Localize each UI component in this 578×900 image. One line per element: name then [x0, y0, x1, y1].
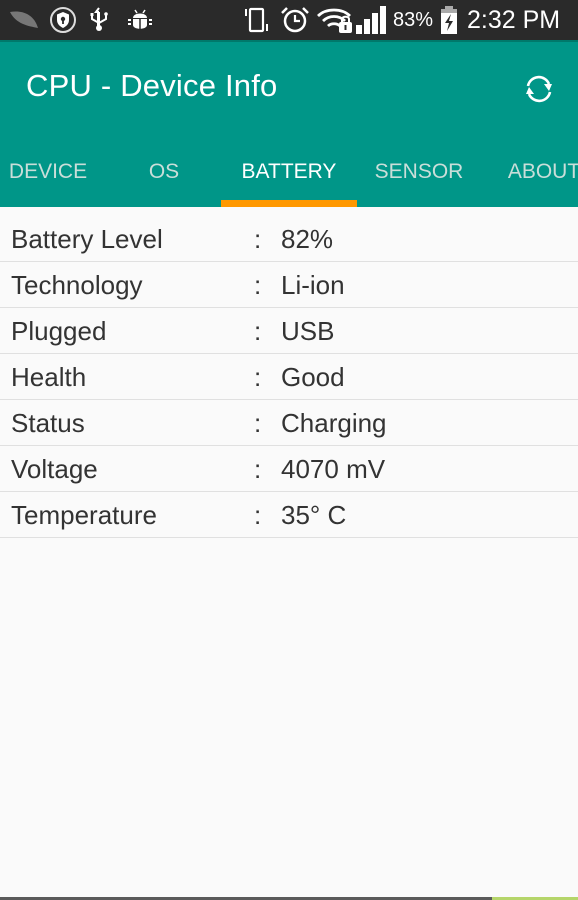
- refresh-button[interactable]: [518, 70, 560, 112]
- tab-sensor[interactable]: SENSOR: [366, 144, 472, 209]
- shield-lock-icon: [49, 6, 77, 34]
- usb-icon: [88, 6, 110, 34]
- row-label: Battery Level: [11, 224, 163, 254]
- row-separator: :: [254, 270, 262, 300]
- tab-about[interactable]: ABOUT: [496, 144, 578, 209]
- vibrate-icon: [242, 6, 272, 34]
- row-value: 4070 mV: [281, 454, 386, 484]
- info-row-battery-level: Battery Level : 82%: [0, 207, 578, 262]
- active-tab-indicator: [221, 200, 357, 207]
- row-value: Li-ion: [281, 270, 345, 300]
- leaf-icon: [8, 6, 40, 34]
- refresh-icon: [522, 72, 556, 111]
- info-row-health: Health : Good: [0, 354, 578, 400]
- tab-os[interactable]: OS: [116, 144, 212, 209]
- tab-device[interactable]: DEVICE: [0, 144, 96, 209]
- row-value: Good: [281, 362, 345, 392]
- row-separator: :: [254, 408, 262, 438]
- row-value: 82%: [281, 224, 334, 254]
- app-bar: CPU - Device Info DEVICE OS BATTERY SENS…: [0, 40, 578, 207]
- row-separator: :: [254, 500, 262, 530]
- row-value: Charging: [281, 408, 387, 438]
- row-label: Status: [11, 408, 85, 438]
- row-separator: :: [254, 362, 262, 392]
- info-row-voltage: Voltage : 4070 mV: [0, 446, 578, 492]
- battery-info-list: Battery Level : 82% Technology : Li-ion …: [0, 207, 578, 538]
- alarm-icon: [279, 6, 311, 34]
- row-label: Temperature: [11, 500, 157, 530]
- info-row-temperature: Temperature : 35° C: [0, 492, 578, 538]
- clock: 2:32 PM: [467, 6, 561, 34]
- info-row-status: Status : Charging: [0, 400, 578, 446]
- battery-charging-icon: [439, 6, 459, 34]
- row-label: Technology: [11, 270, 143, 300]
- info-row-technology: Technology : Li-ion: [0, 262, 578, 308]
- android-debug-icon: [126, 6, 154, 34]
- row-separator: :: [254, 316, 262, 346]
- row-label: Health: [11, 362, 87, 392]
- row-value: 35° C: [281, 500, 347, 530]
- row-value: USB: [281, 316, 335, 346]
- row-label: Plugged: [11, 316, 107, 346]
- battery-percent: 83%: [393, 9, 434, 31]
- row-label: Voltage: [11, 454, 98, 484]
- status-bar: 83% 2:32 PM: [0, 0, 578, 40]
- wifi-locked-icon: [316, 6, 354, 34]
- signal-icon: [355, 6, 389, 34]
- info-row-plugged: Plugged : USB: [0, 308, 578, 354]
- row-separator: :: [254, 454, 262, 484]
- app-title: CPU - Device Info: [26, 68, 278, 103]
- row-separator: :: [254, 224, 262, 254]
